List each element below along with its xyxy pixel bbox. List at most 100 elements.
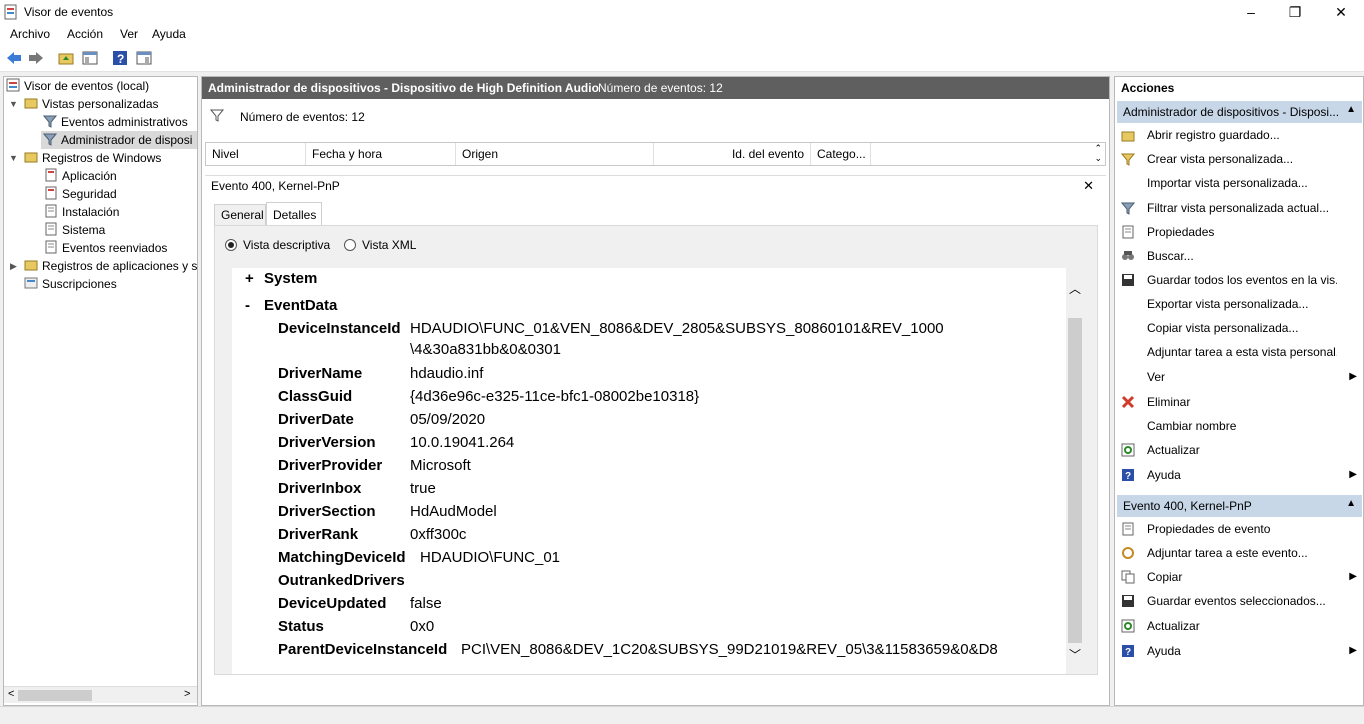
details-panel: Vista descriptiva Vista XML + System - E… — [214, 225, 1098, 675]
folder-up-icon — [58, 53, 74, 65]
minimize-button[interactable]: – — [1228, 0, 1274, 24]
action-item[interactable]: ? Ayuda ▶ — [1121, 641, 1357, 661]
column-event-id[interactable]: Id. del evento — [654, 143, 811, 165]
menu-archivo[interactable]: Archivo — [10, 27, 50, 41]
system-node[interactable]: System — [264, 270, 317, 287]
actions-section-view[interactable]: Administrador de dispositivos - Disposi.… — [1117, 101, 1362, 123]
open-icon — [1121, 131, 1135, 142]
column-origen[interactable]: Origen — [456, 143, 654, 165]
radio-label: Vista XML — [362, 238, 417, 252]
collapse-caret-icon[interactable]: ▶ — [10, 261, 17, 272]
field-value: 05/09/2020 — [410, 411, 486, 428]
eventdata-node[interactable]: EventData — [264, 297, 337, 314]
tree-item-windows-logs[interactable]: Registros de Windows — [24, 149, 161, 167]
tree-item-label: Instalación — [62, 205, 120, 219]
action-label: Ver — [1147, 370, 1166, 384]
action-item[interactable]: Actualizar — [1121, 440, 1357, 460]
action-item[interactable]: Importar vista personalizada... — [1121, 173, 1357, 193]
tree-item-setup[interactable]: Instalación — [44, 203, 119, 221]
show-action-pane-button[interactable] — [134, 48, 154, 68]
action-label: Importar vista personalizada... — [1147, 176, 1308, 190]
action-item[interactable]: Guardar eventos seleccionados... — [1121, 591, 1357, 611]
tree-item-system[interactable]: Sistema — [44, 221, 105, 239]
action-item[interactable]: Exportar vista personalizada... — [1121, 294, 1357, 314]
view-event-count: Número de eventos: 12 — [598, 81, 723, 95]
menu-ver[interactable]: Ver — [120, 27, 138, 41]
scroll-up-icon[interactable]: ︿ — [1069, 280, 1081, 297]
radio-friendly-view[interactable]: Vista descriptiva — [225, 238, 330, 252]
action-item[interactable]: Propiedades — [1121, 222, 1357, 242]
action-item[interactable]: Actualizar — [1121, 616, 1357, 636]
tree-item-label: Suscripciones — [42, 277, 117, 291]
filter-event-count: Número de eventos: 12 — [240, 110, 365, 124]
actions-section-event[interactable]: Evento 400, Kernel-PnP ▲ — [1117, 495, 1362, 517]
action-item[interactable]: Propiedades de evento — [1121, 519, 1357, 539]
tree-item-custom-views[interactable]: Vistas personalizadas — [24, 95, 159, 113]
tree-horizontal-scrollbar[interactable]: < > — [4, 686, 197, 703]
list-scroll-down-icon[interactable]: ⌄ — [1094, 153, 1102, 163]
show-hide-tree-button[interactable] — [80, 48, 100, 68]
help-button[interactable]: ? — [110, 48, 130, 68]
event-viewer-icon — [6, 78, 20, 92]
column-fecha-hora[interactable]: Fecha y hora — [306, 143, 456, 165]
svg-text:?: ? — [1125, 647, 1131, 658]
tree-item-device-admin[interactable]: Administrador de disposi — [41, 131, 197, 149]
action-item[interactable]: Abrir registro guardado... — [1121, 125, 1357, 145]
close-event-icon[interactable]: ✕ — [1083, 178, 1094, 194]
toolbar: ? — [0, 44, 1364, 72]
column-categoria[interactable]: Catego... — [811, 143, 871, 165]
scroll-right-icon[interactable]: > — [184, 688, 190, 700]
action-item[interactable]: Copiar vista personalizada... — [1121, 318, 1357, 338]
column-nivel[interactable]: Nivel — [206, 143, 306, 165]
tree-item-security[interactable]: Seguridad — [44, 185, 117, 203]
restore-button[interactable]: ❐ — [1272, 0, 1318, 24]
menu-accion[interactable]: Acción — [67, 27, 103, 41]
help-icon: ? — [1122, 645, 1134, 658]
log-icon — [45, 204, 57, 218]
eventdata-expander[interactable]: - — [245, 297, 250, 314]
details-vertical-scrollbar[interactable]: ︿ ﹀ — [1066, 268, 1084, 674]
action-item[interactable]: Cambiar nombre — [1121, 416, 1357, 436]
scroll-left-icon[interactable]: < — [8, 688, 14, 700]
refresh-icon — [1121, 443, 1135, 457]
action-item[interactable]: Guardar todos los eventos en la vis... — [1121, 270, 1357, 290]
list-scroll-up-icon[interactable]: ⌃ — [1094, 143, 1102, 153]
actions-pane: Acciones Administrador de dispositivos -… — [1114, 76, 1364, 706]
system-expander[interactable]: + — [245, 270, 254, 287]
menu-ayuda[interactable]: Ayuda — [152, 27, 186, 41]
action-item[interactable]: Buscar... — [1121, 246, 1357, 266]
scroll-down-icon[interactable]: ﹀ — [1069, 646, 1081, 663]
action-label: Guardar eventos seleccionados... — [1147, 594, 1326, 608]
tab-general[interactable]: General — [214, 204, 266, 226]
scroll-thumb[interactable] — [1068, 318, 1082, 643]
action-item[interactable]: Ver ▶ — [1121, 367, 1357, 387]
tree-item-admin-events[interactable]: Eventos administrativos — [43, 113, 188, 131]
back-button[interactable] — [4, 48, 24, 68]
field-value: HDAUDIO\FUNC_01&VEN_8086&DEV_2805&SUBSYS… — [410, 320, 944, 337]
tab-detalles[interactable]: Detalles — [266, 202, 322, 226]
radio-xml-view[interactable]: Vista XML — [344, 238, 416, 252]
action-item[interactable]: Adjuntar tarea a esta vista personal... — [1121, 342, 1357, 362]
close-window-button[interactable]: ✕ — [1318, 0, 1364, 24]
tree-item-root[interactable]: Visor de eventos (local) — [6, 77, 149, 95]
folder-icon — [24, 98, 38, 109]
tree-item-label: Visor de eventos (local) — [24, 79, 150, 93]
tree-item-application[interactable]: Aplicación — [44, 167, 117, 185]
action-item[interactable]: Filtrar vista personalizada actual... — [1121, 198, 1357, 218]
tree-item-apps-services[interactable]: Registros de aplicaciones y s — [24, 257, 197, 275]
tree-item-subscriptions[interactable]: Suscripciones — [24, 275, 117, 293]
tree-item-forwarded[interactable]: Eventos reenviados — [44, 239, 167, 257]
action-item[interactable]: Eliminar — [1121, 392, 1357, 412]
up-folder-button[interactable] — [56, 48, 76, 68]
forward-button[interactable] — [26, 48, 46, 68]
log-icon — [45, 168, 57, 182]
scroll-thumb[interactable] — [18, 690, 92, 701]
radio-label: Vista descriptiva — [243, 238, 331, 252]
action-item[interactable]: Crear vista personalizada... — [1121, 149, 1357, 169]
action-item[interactable]: ? Ayuda ▶ — [1121, 465, 1357, 485]
action-item[interactable]: Adjuntar tarea a este evento... — [1121, 543, 1357, 563]
expand-caret-icon[interactable]: ▼ — [9, 153, 18, 163]
action-item[interactable]: Copiar ▶ — [1121, 567, 1357, 587]
expand-caret-icon[interactable]: ▼ — [9, 99, 18, 109]
section-title: Evento 400, Kernel-PnP — [1123, 499, 1252, 513]
